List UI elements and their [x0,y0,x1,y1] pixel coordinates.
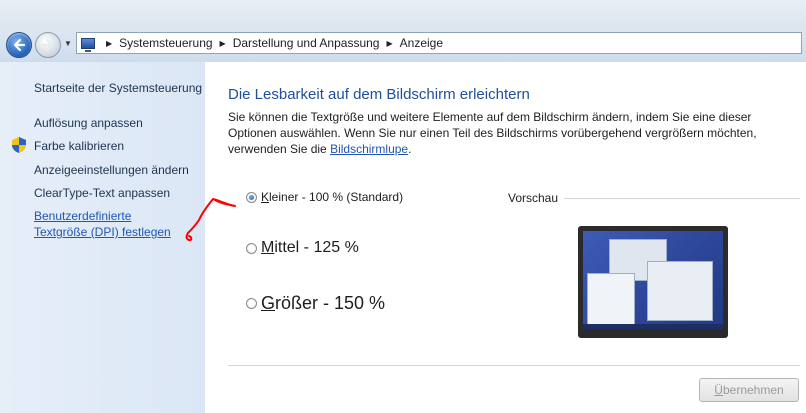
radio-button-small[interactable] [246,191,257,203]
option-large[interactable]: Größer - 150 % [246,293,385,314]
breadcrumb-anzeige[interactable]: Anzeige [400,36,443,50]
chevron-right-icon[interactable]: ▶ [386,39,392,48]
radio-button-large[interactable] [246,298,257,309]
apply-button[interactable]: Übernehmen [699,378,799,402]
breadcrumb-systemsteuerung[interactable]: Systemsteuerung [119,36,212,50]
window-titlebar [0,0,806,30]
sidebar-item-cleartype[interactable]: ClearType-Text anpassen [34,185,170,201]
shield-icon [12,137,26,153]
preview-taskbar [583,324,723,329]
preview-divider [564,198,800,199]
footer-divider [228,365,800,366]
option-medium[interactable]: Mittel - 125 % [246,239,359,257]
recent-pages-dropdown[interactable]: ▼ [64,39,72,49]
sidebar-item-resolution[interactable]: Auflösung anpassen [34,115,143,131]
description-text: Sie können die Textgröße und weitere Ele… [228,110,757,156]
arrow-annotation-icon [185,198,236,242]
arrow-right-icon [42,39,53,51]
sidebar-home-link[interactable]: Startseite der Systemsteuerung [34,80,202,96]
magnifier-link[interactable]: Bildschirmlupe [330,142,408,156]
page-title: Die Lesbarkeit auf dem Bildschirm erleic… [228,86,530,103]
preview-screen [583,231,723,329]
address-bar[interactable]: ▶ Systemsteuerung ▶ Darstellung und Anpa… [76,32,802,54]
back-button[interactable] [6,32,32,58]
chevron-right-icon[interactable]: ▶ [220,39,226,48]
forward-button[interactable] [35,32,61,58]
navigation-bar: ▼ ▶ Systemsteuerung ▶ Darstellung und An… [0,30,806,62]
control-panel-icon [81,37,95,52]
sidebar-item-calibrate[interactable]: Farbe kalibrieren [34,138,124,154]
radio-button-medium[interactable] [246,242,257,254]
sidebar: Startseite der Systemsteuerung Auflösung… [0,62,205,413]
preview-label: Vorschau [508,191,559,205]
sidebar-item-custom-dpi[interactable]: Benutzerdefinierte Textgröße (DPI) festl… [34,208,184,240]
sidebar-item-display-settings[interactable]: Anzeigeeinstellungen ändern [34,162,189,178]
chevron-right-icon[interactable]: ▶ [106,39,112,48]
preview-window [587,273,635,325]
option-small-label: Kleiner - 100 % (Standard) [261,190,404,204]
option-medium-label: Mittel - 125 % [261,239,359,256]
preview-window [647,261,713,321]
option-large-label: Größer - 150 % [261,293,386,313]
breadcrumb-darstellung[interactable]: Darstellung und Anpassung [233,36,380,50]
description-end: . [408,142,412,156]
preview-image [578,226,728,338]
arrow-left-icon [13,38,26,52]
page-description: Sie können die Textgröße und weitere Ele… [228,109,800,157]
option-small[interactable]: Kleiner - 100 % (Standard) [246,190,403,204]
